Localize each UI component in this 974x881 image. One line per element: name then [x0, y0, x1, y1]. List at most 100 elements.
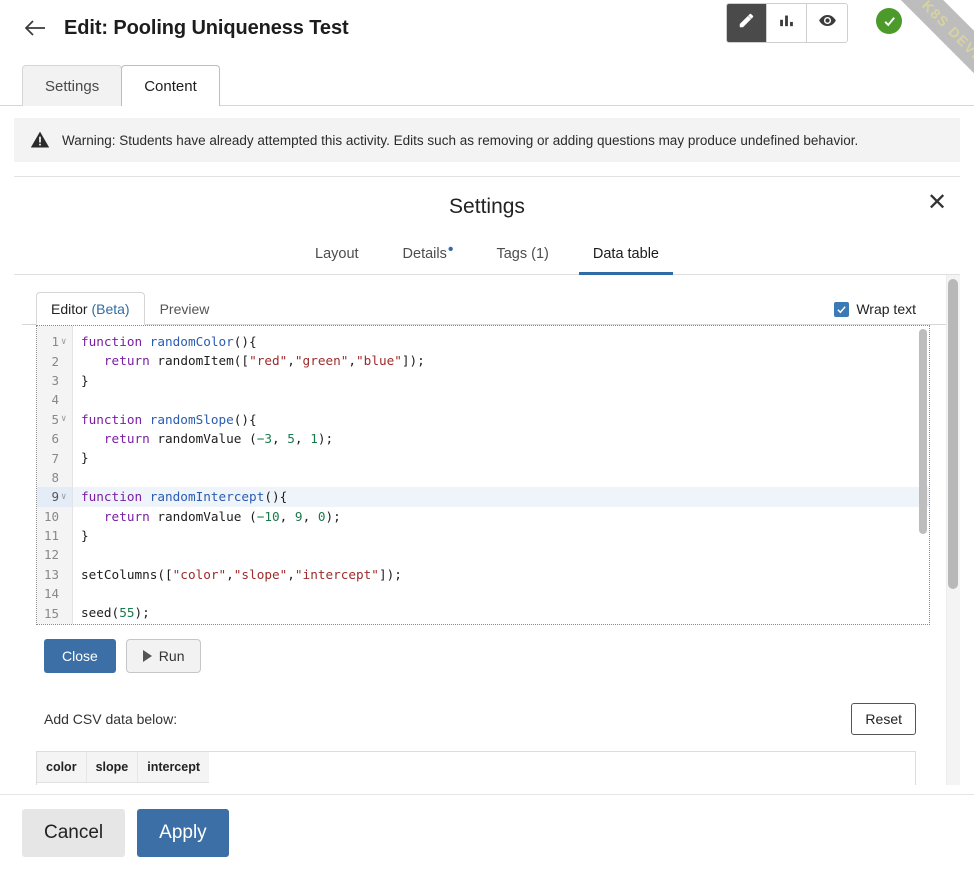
line-number-value: 7 [51, 450, 59, 466]
line-number-value: 6 [51, 431, 59, 447]
code-line: } [73, 371, 929, 390]
code-token: return [103, 430, 150, 446]
code-token: ); [317, 430, 334, 446]
code-token: } [81, 450, 89, 466]
modal-tab-layout[interactable]: Layout [293, 233, 381, 274]
line-number: 8∨ [37, 468, 72, 487]
line-number: 3∨ [37, 371, 72, 390]
modal-tab-label: Data table [592, 246, 659, 262]
code-token: 5 [287, 430, 295, 446]
line-number-value: 15 [43, 605, 59, 621]
tab-editor-label: Editor [51, 301, 92, 317]
code-token: 55 [119, 605, 135, 621]
line-number-value: 13 [43, 566, 59, 582]
code-token: , [272, 430, 288, 446]
edit-mode-button[interactable] [727, 4, 767, 42]
line-number-value: 1 [51, 334, 59, 350]
code-token: , [294, 430, 311, 446]
warning-banner: Warning: Students have already attempted… [14, 118, 960, 162]
footer-action-bar: Cancel Apply [0, 794, 974, 881]
tab-settings[interactable]: Settings [22, 65, 123, 106]
fold-chevron-icon[interactable]: ∨ [61, 337, 69, 347]
code-token: } [81, 372, 89, 388]
modal-scrollbar-thumb[interactable] [948, 279, 958, 589]
line-number: 14∨ [37, 584, 72, 603]
line-number: 2∨ [37, 351, 72, 370]
csv-column-header[interactable]: color [37, 752, 87, 782]
code-token: , [279, 508, 295, 524]
check-circle-icon [876, 8, 902, 34]
code-token: ); [134, 605, 150, 621]
tab-preview[interactable]: Preview [145, 292, 225, 325]
preview-button[interactable] [807, 4, 847, 42]
modal-tab-details[interactable]: Details• [381, 233, 475, 274]
line-number: 5 ∨ [37, 410, 72, 429]
code-token: 9 [294, 508, 303, 524]
line-number-value: 8 [51, 469, 59, 485]
pencil-icon [738, 12, 755, 34]
wrap-text-toggle[interactable]: Wrap text [834, 301, 916, 317]
csv-data-table[interactable]: color slope intercept [36, 751, 916, 785]
code-token: randomColor [149, 334, 234, 349]
page-title: Edit: Pooling Uniqueness Test [64, 16, 349, 39]
code-token: "red" [249, 353, 288, 369]
code-token: ); [325, 508, 341, 524]
reset-button[interactable]: Reset [851, 703, 916, 735]
back-arrow-icon[interactable] [22, 15, 48, 41]
code-token: randomSlope [149, 411, 234, 427]
back-arrow-glyph [24, 20, 45, 36]
overflow-menu-button[interactable] [934, 8, 958, 38]
apply-button[interactable]: Apply [137, 809, 229, 857]
code-token: function [81, 334, 143, 349]
code-token: randomItem([ [149, 353, 250, 369]
line-number: 6∨ [37, 429, 72, 448]
line-number: 13∨ [37, 565, 72, 584]
fold-chevron-icon[interactable]: ∨ [61, 492, 69, 502]
modal-header: Settings ✕ [14, 177, 960, 233]
tab-editor[interactable]: Editor (Beta) [36, 292, 145, 325]
line-number: 12∨ [37, 545, 72, 564]
modal-tab-tags[interactable]: Tags (1) [474, 233, 570, 274]
code-token: −10 [256, 508, 280, 524]
cancel-button[interactable]: Cancel [22, 809, 126, 857]
code-token: , [302, 508, 318, 524]
csv-column-header[interactable]: slope [87, 752, 139, 782]
beta-tag: (Beta) [91, 301, 130, 317]
line-number-value: 4 [51, 392, 59, 408]
modal-tab-data-table[interactable]: Data table [571, 233, 681, 275]
fold-chevron-icon[interactable]: ∨ [61, 414, 69, 424]
code-line: setColumns(["color","slope","intercept"]… [73, 565, 929, 584]
line-number-value: 3 [51, 372, 59, 388]
run-button[interactable]: Run [125, 639, 202, 673]
close-icon[interactable]: ✕ [924, 191, 950, 217]
close-editor-button[interactable]: Close [44, 639, 116, 673]
code-content[interactable]: function randomColor(){ return randomIte… [73, 326, 929, 624]
code-line: return randomValue (−10, 9, 0); [73, 507, 929, 526]
code-token: , [287, 353, 295, 369]
code-token: randomValue ( [149, 508, 257, 524]
run-button-label: Run [158, 648, 185, 664]
csv-label: Add CSV data below: [44, 711, 178, 727]
csv-column-header[interactable]: intercept [138, 752, 209, 782]
code-line: } [73, 526, 929, 545]
line-number: 4∨ [37, 390, 72, 409]
bar-chart-icon [778, 12, 795, 34]
statistics-button[interactable] [767, 4, 807, 42]
code-token: randomIntercept [149, 489, 265, 505]
code-token: function [81, 411, 143, 427]
modal-tab-label: Details [402, 246, 447, 262]
editor-scrollbar-thumb[interactable] [919, 329, 927, 534]
tab-content[interactable]: Content [121, 65, 220, 106]
code-token: "blue" [356, 353, 402, 369]
modal-scrollbar-track[interactable] [946, 275, 960, 785]
kebab-dot [944, 28, 948, 32]
line-number: 10∨ [37, 507, 72, 526]
warning-text: Warning: Students have already attempted… [62, 132, 859, 148]
wrap-text-checkbox[interactable] [834, 301, 850, 317]
settings-modal: Settings ✕ Layout Details• Tags (1) Data… [14, 176, 960, 785]
code-editor[interactable]: 1∨2∨3∨4∨5∨6∨7∨8∨9∨10∨11∨12∨13∨14∨15∨ fun… [36, 325, 930, 625]
